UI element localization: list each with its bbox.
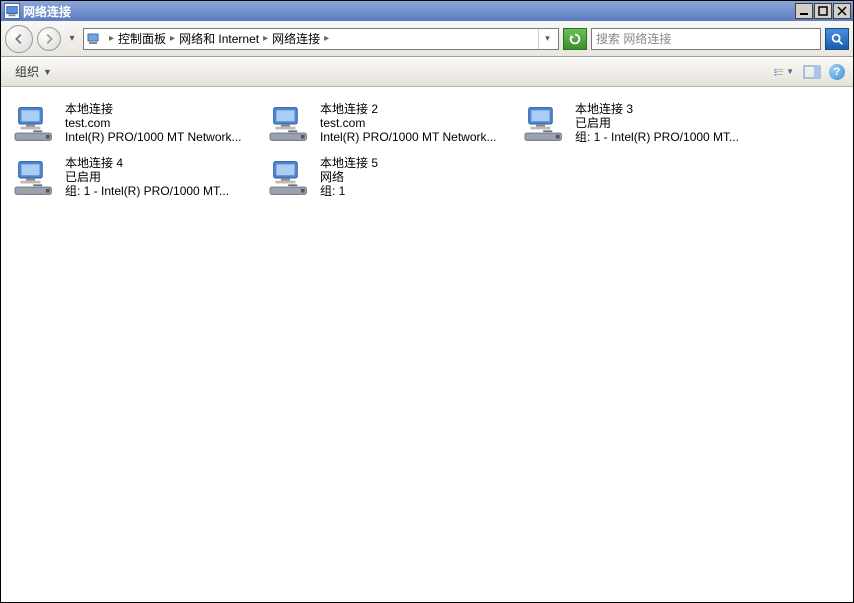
breadcrumb-sep-icon: ▸ [324,33,329,44]
connection-item[interactable]: 本地连接 3 已启用 组: 1 - Intel(R) PRO/1000 MT..… [519,100,774,150]
network-adapter-icon [266,102,314,146]
chevron-down-icon: ▼ [786,67,794,76]
address-bar[interactable]: ▸ 控制面板 ▸ 网络和 Internet ▸ 网络连接 ▸ ▾ [83,28,559,50]
location-icon [86,31,102,47]
nav-history-dropdown[interactable]: ▾ [65,33,79,44]
connection-item[interactable]: 本地连接 test.com Intel(R) PRO/1000 MT Netwo… [9,100,264,150]
network-adapter-icon [266,156,314,200]
connection-device: 组: 1 [320,184,378,198]
command-bar: 组织 ▼ ▼ ? [1,57,853,87]
address-dropdown[interactable]: ▾ [538,29,556,49]
breadcrumb-sep-icon: ▸ [109,33,114,44]
network-adapter-icon [11,156,59,200]
content-area: 本地连接 test.com Intel(R) PRO/1000 MT Netwo… [1,87,853,602]
navigation-bar: ▾ ▸ 控制面板 ▸ 网络和 Internet ▸ 网络连接 ▸ ▾ 搜索 网络… [1,21,853,57]
connection-item[interactable]: 本地连接 4 已启用 组: 1 - Intel(R) PRO/1000 MT..… [9,154,264,204]
organize-button[interactable]: 组织 ▼ [9,60,58,83]
connection-name: 本地连接 3 [575,102,739,116]
window-title: 网络连接 [23,3,794,20]
breadcrumb-item-3[interactable]: 网络连接 [272,30,320,47]
connection-name: 本地连接 2 [320,102,497,116]
breadcrumb-item-2[interactable]: 网络和 Internet [179,30,259,47]
connection-status: 已启用 [575,116,739,130]
breadcrumb-item-1[interactable]: 控制面板 [118,30,166,47]
connection-name: 本地连接 [65,102,242,116]
connection-item[interactable]: 本地连接 2 test.com Intel(R) PRO/1000 MT Net… [264,100,519,150]
maximize-button[interactable] [814,3,832,19]
connection-item[interactable]: 本地连接 5 网络 组: 1 [264,154,519,204]
back-button[interactable] [5,25,33,53]
organize-label: 组织 [15,63,39,80]
help-button[interactable]: ? [829,64,845,80]
search-button[interactable] [825,28,849,50]
connection-device: Intel(R) PRO/1000 MT Network... [65,130,242,144]
connection-device: 组: 1 - Intel(R) PRO/1000 MT... [575,130,739,144]
connection-status: 网络 [320,170,378,184]
connection-device: 组: 1 - Intel(R) PRO/1000 MT... [65,184,229,198]
view-options-button[interactable]: ▼ [773,62,795,82]
minimize-button[interactable] [795,3,813,19]
network-adapter-icon [11,102,59,146]
title-bar: 网络连接 [1,1,853,21]
search-placeholder: 搜索 网络连接 [596,30,671,47]
connection-list: 本地连接 test.com Intel(R) PRO/1000 MT Netwo… [9,100,845,208]
connection-status: test.com [320,116,497,130]
breadcrumb-sep-icon: ▸ [263,33,268,44]
connection-name: 本地连接 5 [320,156,378,170]
close-button[interactable] [833,3,851,19]
search-input[interactable]: 搜索 网络连接 [591,28,821,50]
forward-button[interactable] [37,27,61,51]
connection-name: 本地连接 4 [65,156,229,170]
network-adapter-icon [521,102,569,146]
connection-status: 已启用 [65,170,229,184]
chevron-down-icon: ▼ [43,67,52,77]
preview-pane-button[interactable] [801,62,823,82]
app-icon [4,3,20,19]
breadcrumb-sep-icon: ▸ [170,33,175,44]
connection-status: test.com [65,116,242,130]
refresh-button[interactable] [563,28,587,50]
connection-device: Intel(R) PRO/1000 MT Network... [320,130,497,144]
